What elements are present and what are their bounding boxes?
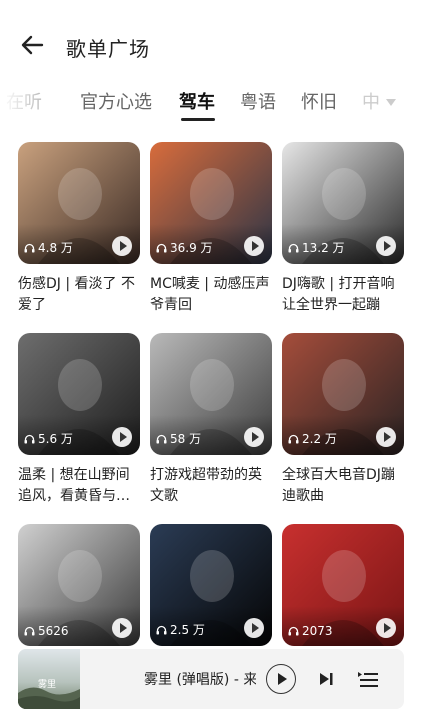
playlist-card[interactable]: 2.2 万全球百大电音DJ蹦迪歌曲 — [282, 333, 404, 507]
playlist-card[interactable]: 36.9 万 MC喊麦 | 动感压声爷青回 — [150, 142, 272, 316]
play-icon[interactable] — [244, 618, 264, 638]
play-count-value: 4.8 万 — [38, 241, 73, 255]
tab-official-picks[interactable]: 官方心选 — [80, 88, 152, 114]
playlist-card[interactable]: 4.8 万伤感DJ | 看淡了 不爱了 — [18, 142, 140, 316]
playlist-card[interactable]: 2.5 万 — [150, 524, 272, 646]
playlist-cover[interactable]: 2073 — [282, 524, 404, 646]
page-title: 歌单广场 — [66, 37, 150, 61]
play-button[interactable] — [266, 664, 296, 694]
play-icon[interactable] — [244, 427, 264, 447]
play-count: 4.8 万 — [24, 239, 73, 256]
tab-driving[interactable]: 驾车 — [179, 88, 215, 114]
play-count-value: 5.6 万 — [38, 432, 73, 446]
play-count: 5626 — [24, 624, 69, 638]
play-count: 13.2 万 — [288, 239, 345, 256]
play-count: 2.5 万 — [156, 621, 205, 638]
cover-text: 雾里 — [38, 680, 57, 690]
play-icon[interactable] — [244, 236, 264, 256]
now-playing-title[interactable]: 雾里 (弹唱版) - 来 — [144, 669, 256, 689]
playlist-cover[interactable]: 5626 — [18, 524, 140, 646]
playlist-card[interactable]: 13.2 万 DJ嗨歌 | 打开音响让全世界一起蹦 — [282, 142, 404, 316]
play-count-value: 2.5 万 — [170, 623, 205, 637]
playlist-card[interactable]: 58 万打游戏超带劲的英文歌 — [150, 333, 272, 507]
playlist-title[interactable]: MC喊麦 | 动感压声爷青回 — [150, 274, 272, 316]
playlist-cover[interactable]: 2.5 万 — [150, 524, 272, 646]
play-count-value: 5626 — [38, 624, 69, 638]
playlist-cover[interactable]: 36.9 万 — [150, 142, 272, 264]
play-count-value: 13.2 万 — [302, 241, 345, 255]
tab-chinese[interactable]: 中 — [362, 88, 380, 114]
play-icon[interactable] — [112, 427, 132, 447]
play-count: 2.2 万 — [288, 430, 337, 447]
tab-cantonese[interactable]: 粤语 — [240, 88, 276, 114]
play-count: 36.9 万 — [156, 239, 213, 256]
play-icon[interactable] — [376, 427, 396, 447]
playlist-card[interactable]: 2073 — [282, 524, 404, 646]
back-arrow-icon[interactable] — [18, 30, 48, 60]
playlist-cover[interactable]: 58 万 — [150, 333, 272, 455]
mini-player[interactable]: 雾里 雾里 (弹唱版) - 来 — [18, 649, 404, 709]
active-tab-indicator — [181, 118, 215, 121]
next-track-icon[interactable] — [316, 669, 336, 689]
playlist-cover[interactable]: 4.8 万 — [18, 142, 140, 264]
play-icon[interactable] — [376, 618, 396, 638]
headphones-icon — [24, 626, 35, 636]
now-playing-cover[interactable]: 雾里 — [18, 649, 80, 709]
playlist-card[interactable]: 5626 — [18, 524, 140, 646]
play-icon[interactable] — [112, 618, 132, 638]
playlist-title[interactable]: 温柔 | 想在山野间追风，看黄昏与晚霞 — [18, 465, 140, 507]
play-count-value: 2.2 万 — [302, 432, 337, 446]
headphones-icon — [156, 434, 167, 443]
play-icon[interactable] — [376, 236, 396, 256]
top-bar: 歌单广场 — [0, 0, 422, 92]
play-count-value: 36.9 万 — [170, 241, 213, 255]
play-count-value: 2073 — [302, 624, 333, 638]
category-tabs: 在听 官方心选 驾车 粤语 怀旧 中 — [0, 84, 422, 128]
headphones-icon — [288, 434, 299, 443]
play-icon[interactable] — [112, 236, 132, 256]
playlist-title[interactable]: DJ嗨歌 | 打开音响让全世界一起蹦 — [282, 274, 404, 316]
playlist-card[interactable]: 5.6 万温柔 | 想在山野间追风，看黄昏与晚霞 — [18, 333, 140, 507]
headphones-icon — [288, 626, 299, 636]
tab-nostalgia[interactable]: 怀旧 — [301, 88, 337, 114]
headphones-icon — [156, 625, 167, 634]
headphones-icon — [156, 243, 167, 252]
headphones-icon — [288, 243, 299, 252]
headphones-icon — [24, 434, 35, 443]
playlist-title[interactable]: 打游戏超带劲的英文歌 — [150, 465, 272, 507]
play-count: 5.6 万 — [24, 430, 73, 447]
playlist-queue-icon[interactable] — [356, 667, 380, 691]
play-count: 58 万 — [156, 430, 201, 447]
headphones-icon — [24, 243, 35, 252]
playlist-cover[interactable]: 5.6 万 — [18, 333, 140, 455]
play-count: 2073 — [288, 624, 333, 638]
playlist-title[interactable]: 伤感DJ | 看淡了 不爱了 — [18, 274, 140, 316]
tab-listening[interactable]: 在听 — [6, 88, 42, 114]
playlist-cover[interactable]: 13.2 万 — [282, 142, 404, 264]
playlist-title[interactable]: 全球百大电音DJ蹦迪歌曲 — [282, 465, 404, 507]
more-tabs-chevron-down-icon[interactable] — [386, 99, 396, 106]
playlist-cover[interactable]: 2.2 万 — [282, 333, 404, 455]
play-count-value: 58 万 — [170, 432, 202, 446]
